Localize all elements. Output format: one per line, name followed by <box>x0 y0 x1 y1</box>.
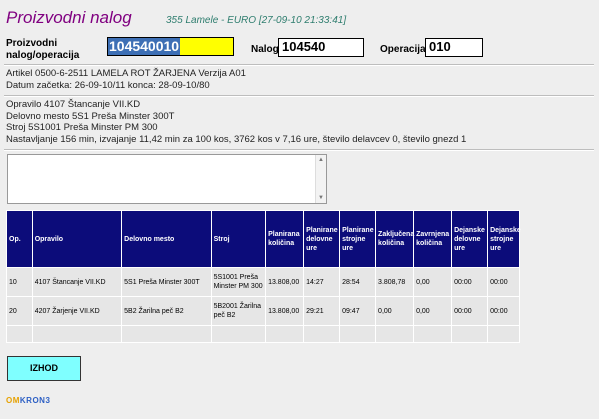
logo-part-3: 3 <box>45 396 51 405</box>
col-header: Zaključena količina <box>376 211 414 267</box>
logo-part-kron: KRON <box>19 396 46 405</box>
table-cell: 00:00 <box>452 268 488 296</box>
table-cell: 0,00 <box>376 297 414 325</box>
table-cell: 00:00 <box>452 297 488 325</box>
article-line: Artikel 0500-6-2511 LAMELA ROT ŽARJENA V… <box>6 68 246 79</box>
col-header: Opravilo <box>32 211 122 267</box>
nalog-label: Nalog <box>251 44 279 55</box>
table-cell: 4107 Štancanje VII.KD <box>32 268 122 296</box>
table-header-row: Op. Opravilo Delovno mesto Stroj Planira… <box>7 211 521 267</box>
table-cell: 10 <box>7 268 32 296</box>
divider <box>4 95 594 97</box>
table-cell: 29:21 <box>304 297 340 325</box>
col-header: Planirane delovne ure <box>304 211 340 267</box>
col-header: Dejanske strojne ure <box>488 211 521 267</box>
nalog-operacija-label-line2: nalog/operacija <box>6 50 80 61</box>
scroll-down-icon[interactable]: ▼ <box>316 193 326 203</box>
col-header: Delovno mesto <box>122 211 211 267</box>
page-subtitle: 355 Lamele - EURO [27-09-10 21:33:41] <box>166 15 347 26</box>
col-header: Planirane strojne ure <box>340 211 376 267</box>
table-cell: 4207 Žarjenje VII.KD <box>32 297 122 325</box>
col-header: Zavrnjena količina <box>414 211 452 267</box>
nalog-operacija-input[interactable]: 104540010 <box>107 37 234 56</box>
table-cell: 0,00 <box>414 297 452 325</box>
nalog-input[interactable]: 104540 <box>278 38 364 57</box>
table-cell: 28:54 <box>340 268 376 296</box>
operacija-label: Operacija <box>380 44 426 55</box>
operation-line: Opravilo 4107 Štancanje VII.KD <box>6 99 141 110</box>
operation-info: Opravilo 4107 Štancanje VII.KD Delovno m… <box>6 99 466 145</box>
operacija-input[interactable]: 010 <box>425 38 483 57</box>
nalog-operacija-label-line1: Proizvodni <box>6 38 58 49</box>
table-cell: 13.808,00 <box>266 297 304 325</box>
col-header: Dejanske delovne ure <box>452 211 488 267</box>
table-cell: 13.808,00 <box>266 268 304 296</box>
article-dates: Datum začetka: 26-09-10/11 konca: 28-09-… <box>6 79 210 91</box>
machine-line: Stroj 5S1001 Preša Minster PM 300 <box>6 122 158 133</box>
table-row[interactable]: 10 4107 Štancanje VII.KD 5S1 Preša Minst… <box>7 268 519 296</box>
operations-table: Op. Opravilo Delovno mesto Stroj Planira… <box>6 210 521 343</box>
scroll-up-icon[interactable]: ▲ <box>316 155 326 165</box>
table-cell: 0,00 <box>414 268 452 296</box>
table-row-empty <box>7 326 519 342</box>
table-cell: 5B2001 Žarilna peč B2 <box>211 297 266 325</box>
timing-line: Nastavljanje 156 min, izvajanje 11,42 mi… <box>6 133 467 145</box>
omkron-logo: OMKRON3 <box>6 396 50 405</box>
nalog-operacija-value: 104540010 <box>108 38 181 55</box>
page-title: Proizvodni nalog <box>6 8 132 27</box>
table-cell: 5S1001 Preša Minster PM 300 <box>211 268 266 296</box>
table-cell: 5S1 Preša Minster 300T <box>122 268 211 296</box>
logo-part-om: OM <box>6 396 20 405</box>
table-cell: 20 <box>7 297 32 325</box>
table-cell: 00:00 <box>488 297 519 325</box>
table-cell: 3.808,78 <box>376 268 414 296</box>
divider <box>4 149 594 151</box>
nalog-operacija-label: Proizvodni nalog/operacija <box>6 38 79 62</box>
notes-textarea[interactable]: ▲ ▼ <box>7 154 327 204</box>
workplace-line: Delovno mesto 5S1 Preša Minster 300T <box>6 110 175 122</box>
table-cell: 5B2 Žarilna peč B2 <box>122 297 211 325</box>
table-cell: 14:27 <box>304 268 340 296</box>
article-info: Artikel 0500-6-2511 LAMELA ROT ŽARJENA V… <box>6 68 246 91</box>
notes-scrollbar[interactable]: ▲ ▼ <box>315 155 326 203</box>
divider <box>4 64 594 66</box>
table-cell: 09:47 <box>340 297 376 325</box>
col-header: Stroj <box>211 211 266 267</box>
table-cell: 00:00 <box>488 268 519 296</box>
col-header: Op. <box>7 211 32 267</box>
exit-button[interactable]: IZHOD <box>7 356 81 381</box>
table-row[interactable]: 20 4207 Žarjenje VII.KD 5B2 Žarilna peč … <box>7 297 519 325</box>
col-header: Planirana količina <box>266 211 304 267</box>
